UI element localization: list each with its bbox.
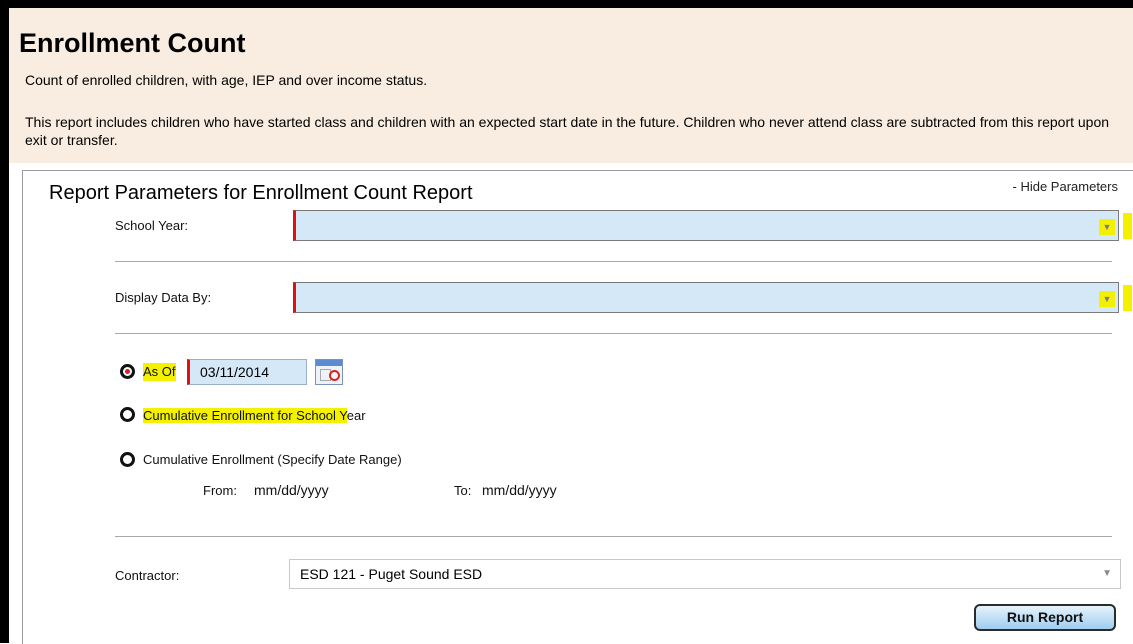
report-header: Enrollment Count Count of enrolled child… (9, 8, 1133, 163)
as-of-radio[interactable] (120, 364, 135, 379)
report-parameters-panel: Report Parameters for Enrollment Count R… (22, 170, 1133, 644)
divider (115, 333, 1112, 334)
window-top-border (0, 0, 1133, 8)
label-part: ear (346, 408, 366, 423)
as-of-date-input[interactable]: 03/11/2014 (187, 359, 307, 385)
cumulative-date-range-radio[interactable] (120, 452, 135, 467)
panel-title: Report Parameters for Enrollment Count R… (49, 182, 473, 204)
to-label: To: (454, 483, 472, 498)
from-date-input[interactable]: mm/dd/yyyy (254, 482, 329, 498)
chevron-down-icon[interactable]: ▼ (1102, 560, 1112, 588)
run-report-button[interactable]: Run Report (974, 604, 1116, 631)
hide-parameters-link[interactable]: - Hide Parameters (1013, 179, 1118, 194)
label-part: Y (339, 408, 347, 423)
to-date-input[interactable]: mm/dd/yyyy (482, 482, 557, 498)
contractor-select[interactable]: ESD 121 - Puget Sound ESD ▼ (289, 559, 1121, 589)
contractor-label: Contractor: (115, 568, 180, 583)
school-year-label: School Year: (115, 218, 189, 233)
cumulative-school-year-radio[interactable] (120, 407, 135, 422)
cumulative-date-range-label: Cumulative Enrollment (Specify Date Rang… (143, 452, 402, 467)
chevron-down-icon[interactable]: ▼ (1099, 291, 1115, 307)
contractor-value: ESD 121 - Puget Sound ESD (300, 566, 483, 582)
highlight-mark (1123, 213, 1132, 239)
cumulative-school-year-label: Cumulative Enrollment for School Year (143, 407, 366, 425)
as-of-label: As Of (143, 363, 176, 381)
page-title: Enrollment Count (19, 28, 246, 58)
window-left-border (0, 0, 9, 643)
school-year-select[interactable]: ▼ (293, 210, 1119, 241)
report-subtitle: Count of enrolled children, with age, IE… (25, 72, 428, 88)
display-data-by-label: Display Data By: (115, 290, 212, 305)
label-part: Cumulative Enrollment for School (143, 408, 340, 423)
calendar-icon[interactable] (315, 359, 343, 385)
chevron-down-icon[interactable]: ▼ (1099, 219, 1115, 235)
divider (115, 261, 1112, 262)
report-description: This report includes children who have s… (25, 114, 1110, 148)
from-label: From: (203, 483, 237, 498)
highlight-mark (1123, 285, 1132, 311)
divider (115, 536, 1112, 537)
display-data-by-select[interactable]: ▼ (293, 282, 1119, 313)
